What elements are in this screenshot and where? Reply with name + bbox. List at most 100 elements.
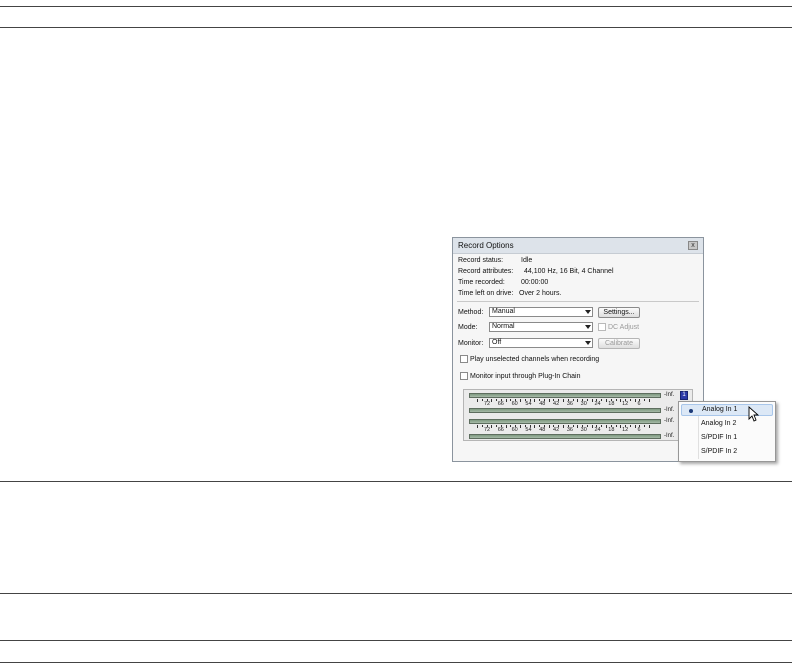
meter-tick — [481, 425, 483, 427]
header-rule — [0, 27, 792, 28]
meter-scale-label: 72 — [483, 427, 491, 433]
play-unselected-label: Play unselected channels when recording — [470, 356, 600, 363]
separator — [457, 301, 699, 302]
meter-scale-label: 30 — [580, 401, 587, 407]
meter-tick — [577, 425, 579, 428]
mouse-cursor-icon — [748, 406, 760, 422]
time-left-value: Over 2 hours. — [519, 290, 562, 297]
meter-bar-3 — [469, 419, 661, 424]
meter-tick — [615, 425, 617, 427]
monitor-plugin-label: Monitor input through Plug-In Chain — [470, 373, 581, 380]
menu-item-label: Analog In 2 — [701, 420, 737, 427]
meter-scale-label: 12 — [622, 427, 629, 433]
record-attributes-label: Record attributes: — [458, 268, 514, 275]
meter-tick — [615, 399, 617, 401]
menu-item-spdif-in-2[interactable]: S/PDIF In 2 — [681, 446, 773, 458]
close-icon: x — [691, 242, 695, 249]
meter-scale-label: 60 — [511, 401, 518, 407]
method-select[interactable]: Manual — [489, 307, 593, 317]
meter-tick — [534, 425, 536, 428]
meter-tick — [505, 425, 507, 428]
meter-tick — [644, 425, 646, 427]
meter-scale-label: 48 — [539, 427, 546, 433]
dc-adjust-checkbox[interactable] — [598, 323, 606, 331]
monitor-plugin-checkbox[interactable] — [460, 372, 468, 380]
bottom-rule — [0, 662, 792, 663]
meter-bar-2 — [469, 408, 661, 413]
meter-tick — [591, 399, 593, 402]
meter-scale-label: 54 — [525, 401, 532, 407]
meter-scale-label: 42 — [553, 401, 560, 407]
meter-scale-label: 54 — [525, 427, 532, 433]
meter-tick — [644, 399, 646, 401]
meter-tick — [477, 425, 478, 428]
meter-scale-label: 24 — [594, 427, 601, 433]
meter-tick — [477, 399, 478, 402]
meter-tick — [601, 425, 603, 427]
meter-scale-label: 42 — [553, 427, 560, 433]
play-unselected-checkbox[interactable] — [460, 355, 468, 363]
menu-item-label: S/PDIF In 2 — [701, 448, 738, 455]
meter-tick — [577, 399, 579, 402]
meter-tick — [534, 399, 536, 402]
meter-tick — [629, 399, 631, 401]
meter-inf-4: -Inf. — [664, 433, 675, 439]
monitor-select[interactable]: Off — [489, 338, 593, 348]
meter-scale-label: 66 — [497, 427, 504, 433]
meter-scale-label: 48 — [539, 401, 546, 407]
meter-tick — [563, 399, 564, 402]
monitor-label: Monitor: — [458, 340, 484, 347]
close-button[interactable]: x — [688, 241, 698, 250]
dialog-title: Record Options — [458, 241, 514, 250]
settings-button[interactable]: Settings... — [598, 307, 640, 318]
time-recorded-value: 00:00:00 — [521, 279, 549, 286]
record-attributes-value: 44,100 Hz, 16 Bit, 4 Channel — [524, 268, 614, 275]
meter-tick — [629, 425, 631, 427]
channel-button-1[interactable]: 1 — [680, 391, 688, 400]
meter-tick — [505, 399, 507, 402]
method-label: Method: — [458, 309, 484, 316]
meter-scale-1: 72 66 60 54 48 42 36 30 24 18 12 6 — [469, 399, 661, 408]
mode-select[interactable]: Normal — [489, 322, 593, 332]
meter-scale-label: 24 — [594, 401, 601, 407]
meter-tick — [601, 399, 603, 401]
meter-inf-3: -Inf. — [664, 418, 675, 424]
meter-scale-label: 36 — [566, 427, 573, 433]
record-status-label: Record status: — [458, 257, 504, 264]
meter-scale-label: 6 — [637, 427, 641, 433]
mode-label: Mode: — [458, 324, 478, 331]
meter-tick — [606, 425, 607, 428]
record-status-value: Idle — [521, 257, 533, 264]
time-recorded-label: Time recorded: — [458, 279, 505, 286]
dc-adjust-label: DC Adjust — [608, 324, 640, 331]
menu-item-label: Analog In 1 — [702, 406, 738, 413]
chevron-down-icon — [585, 310, 591, 314]
meter-scale-label: 30 — [580, 427, 587, 433]
meter-tick — [591, 425, 593, 428]
meter-tick — [491, 399, 493, 402]
menu-item-spdif-in-1[interactable]: S/PDIF In 1 — [681, 432, 773, 444]
section-rule — [0, 481, 792, 482]
meter-tick — [481, 399, 483, 401]
meter-tick — [548, 399, 550, 402]
section-rule-3 — [0, 640, 792, 641]
meter-tick — [586, 399, 588, 401]
meter-tick — [520, 399, 521, 402]
calibrate-button[interactable]: Calibrate — [598, 338, 640, 349]
meter-scale-label: 72 — [483, 401, 491, 407]
meter-scale-label: 60 — [511, 427, 518, 433]
meter-inf-1: -Inf. — [664, 392, 675, 398]
meter-inf-2: -Inf. — [664, 407, 675, 413]
meter-bar-4 — [469, 434, 661, 439]
meter-bar-1 — [469, 393, 661, 398]
meter-scale-label: 18 — [608, 401, 615, 407]
meter-scale-label: 6 — [637, 401, 641, 407]
section-rule-2 — [0, 593, 792, 594]
chevron-down-icon — [585, 325, 591, 329]
meter-tick — [649, 399, 650, 402]
level-meter-panel: 72 66 60 54 48 42 36 30 24 18 12 6 -Inf. -Inf. 1 72… — [463, 389, 693, 441]
dialog-titlebar[interactable]: Record Options x — [453, 238, 703, 254]
record-options-dialog: Record Options x Record status: Idle Rec… — [452, 237, 704, 462]
radio-selected-icon — [689, 409, 693, 413]
time-left-label: Time left on drive: — [458, 290, 514, 297]
